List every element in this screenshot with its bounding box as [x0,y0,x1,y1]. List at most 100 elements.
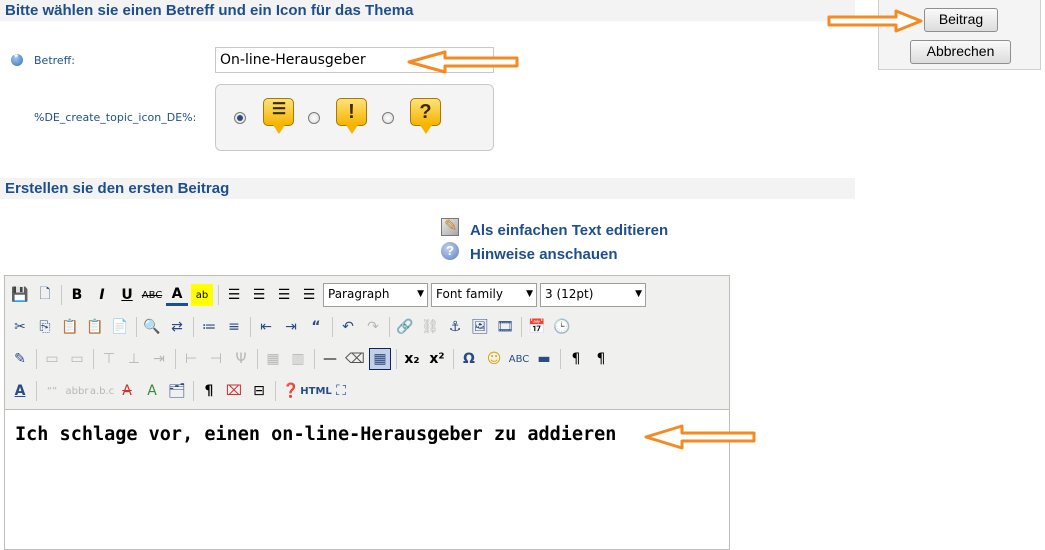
topic-icon-radio-question[interactable] [382,112,394,124]
strikethrough-button[interactable]: ABC [141,284,163,306]
split-cells-icon[interactable]: ▦ [262,348,284,370]
font-color-icon[interactable]: A [166,284,188,306]
table-row-props-icon[interactable]: ▭ [41,348,63,370]
toolbar-separator [250,317,251,337]
help-button-icon[interactable]: ❓ [280,380,302,402]
format-select[interactable]: Paragraph [323,283,428,307]
numbered-list-icon[interactable]: ≡ [223,316,245,338]
topic-icon-picker: ☰ ! ? [215,84,494,151]
fullscreen-icon[interactable]: ⛶ [330,380,352,402]
undo-icon[interactable]: ↶ [337,316,359,338]
edit-as-plain-text-link[interactable]: Als einfachen Text editieren [470,222,668,239]
find-icon[interactable]: 🔍 [141,316,163,338]
indent-icon[interactable]: ⇥ [280,316,302,338]
font-family-select[interactable]: Font family [431,283,537,307]
rich-text-editor: 💾 🗋 B I U ABC A ab ☰ ☰ ☰ ☰ Paragraph Fon… [4,275,730,550]
link-icon[interactable]: 🔗 [394,316,416,338]
attributes-icon[interactable]: 🗂 [166,380,188,402]
toolbar-separator [560,349,561,369]
media-icon[interactable]: 🎞 [494,316,516,338]
remove-format-icon[interactable]: ⌫ [344,348,366,370]
insert-text-icon[interactable]: A [141,380,163,402]
toolbar-separator [136,317,137,337]
toolbar-separator [521,317,522,337]
spellcheck-icon[interactable]: ABC [508,348,530,370]
insert-date-icon[interactable]: 📅 [526,316,548,338]
toolbar-separator [396,349,397,369]
abbr-icon[interactable]: abbr [66,380,89,402]
toolbar-separator [257,349,258,369]
redo-icon[interactable]: ↷ [362,316,384,338]
post-button[interactable]: Beitrag [924,8,998,32]
topic-icon-radio-exclamation[interactable] [308,112,320,124]
save-icon[interactable]: 💾 [9,284,31,306]
anchor-icon[interactable]: ⚓ [444,316,466,338]
unlink-icon[interactable]: ⛓ [419,316,441,338]
edit-css-icon[interactable]: ✎ [9,348,31,370]
subject-label: Betreff: [34,54,75,67]
delete-col-icon[interactable]: Ψ [230,348,252,370]
bold-button[interactable]: B [66,284,88,306]
styles-icon[interactable]: A [9,380,31,402]
highlight-color-icon[interactable]: ab [191,284,213,306]
html-source-icon[interactable]: HTML [300,380,332,402]
arrow-to-subject-input [407,50,519,74]
table-cell-props-icon[interactable]: ▭ [66,348,88,370]
speech-bubble-lines-icon[interactable]: ☰ [263,98,294,134]
page-break-icon[interactable]: ⊟ [248,380,270,402]
topic-icon-radio-lines[interactable] [234,112,246,124]
delete-text-icon[interactable]: A [116,380,138,402]
superscript-icon[interactable]: x² [426,348,448,370]
image-icon[interactable]: 🖼 [469,316,491,338]
cancel-button[interactable]: Abbrechen [910,40,1011,64]
outdent-icon[interactable]: ⇤ [255,316,277,338]
justify-icon[interactable]: ☰ [298,284,320,306]
font-size-select[interactable]: 3 (12pt) [540,283,646,307]
align-center-icon[interactable]: ☰ [248,284,270,306]
row-after-icon[interactable]: ⊥ [123,348,145,370]
toolbar-separator [193,317,194,337]
blockquote-icon[interactable]: “ [305,316,327,338]
help-icon: ? [441,242,459,260]
nonbreaking-icon[interactable]: ⌧ [223,380,245,402]
row-before-icon[interactable]: ⊤ [98,348,120,370]
bullet-list-icon[interactable]: ≔ [198,316,220,338]
cut-icon[interactable]: ✂ [9,316,31,338]
rtl-icon[interactable]: ¶ [590,348,612,370]
table-icon[interactable]: ▦ [369,348,391,370]
replace-icon[interactable]: ⇄ [166,316,188,338]
merge-cells-icon[interactable]: ▥ [287,348,309,370]
view-hints-link[interactable]: Hinweise anschauen [470,246,618,263]
insert-time-icon[interactable]: 🕒 [551,316,573,338]
special-char-icon[interactable]: Ω [458,348,480,370]
speech-bubble-exclamation-icon[interactable]: ! [336,98,367,134]
align-right-icon[interactable]: ☰ [273,284,295,306]
toolbar-row-2: ✂ ⎘ 📋 📋 📄 🔍 ⇄ ≔ ≡ ⇤ ⇥ “ ↶ ↷ 🔗 ⛓ ⚓ 🖼 🎞 📅 … [9,314,576,340]
speech-bubble-question-icon[interactable]: ? [410,98,441,134]
insert-layer-icon[interactable]: ▬ [533,348,555,370]
topic-icon-label: %DE_create_topic_icon_DE%: [34,111,197,124]
emoticon-icon[interactable]: ☺ [483,348,505,370]
copy-icon[interactable]: ⎘ [34,316,56,338]
new-document-icon[interactable]: 🗋 [34,284,56,306]
subscript-icon[interactable]: x₂ [401,348,423,370]
italic-button[interactable]: I [91,284,113,306]
editor-content-area[interactable]: Ich schlage vor, einen on-line-Herausgeb… [5,409,729,549]
ltr-icon[interactable]: ¶ [565,348,587,370]
col-before-icon[interactable]: ⊢ [180,348,202,370]
visual-chars-icon[interactable]: ¶ [198,380,220,402]
cite-icon[interactable]: “” [41,380,63,402]
paste-text-icon[interactable]: 📋 [84,316,106,338]
underline-button[interactable]: U [116,284,138,306]
paste-icon[interactable]: 📋 [59,316,81,338]
paste-word-icon[interactable]: 📄 [109,316,131,338]
toolbar-separator [93,349,94,369]
toolbar-separator [36,349,37,369]
first-post-section-header: Erstellen sie den ersten Beitrag [0,178,855,199]
delete-row-icon[interactable]: ⇥ [148,348,170,370]
acronym-icon[interactable]: a.b.c [90,380,114,402]
editor-text: Ich schlage vor, einen on-line-Herausgeb… [15,424,617,445]
col-after-icon[interactable]: ⊣ [205,348,227,370]
align-left-icon[interactable]: ☰ [223,284,245,306]
horizontal-rule-icon[interactable]: — [319,348,341,370]
